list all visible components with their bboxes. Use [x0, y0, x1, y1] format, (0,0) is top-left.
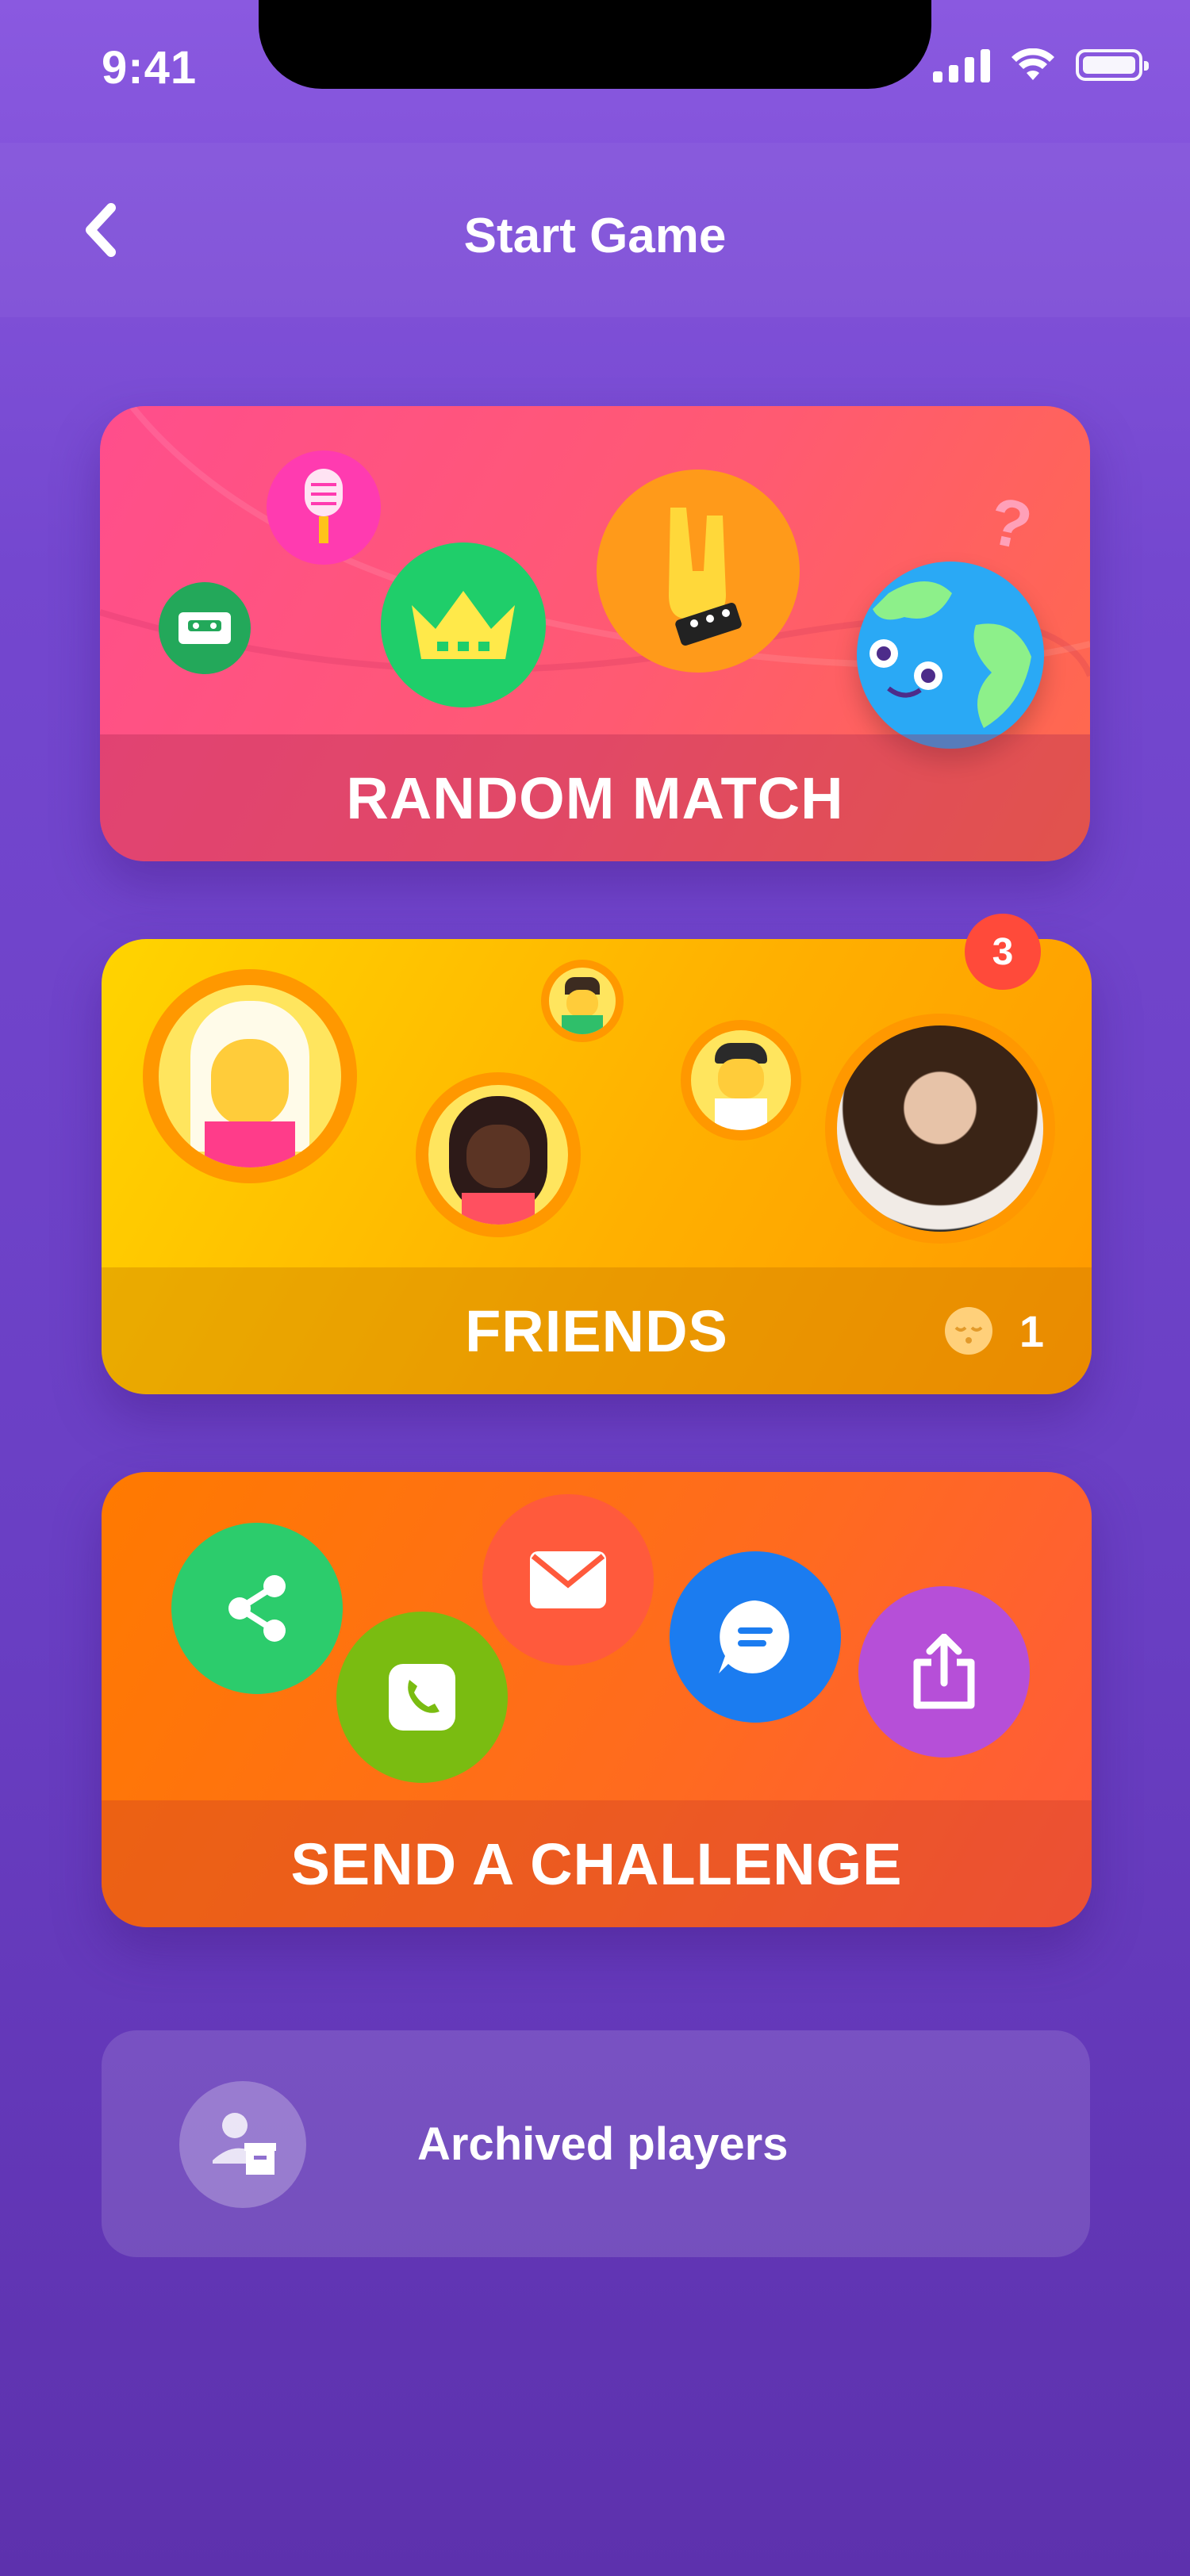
archived-user-icon [179, 2081, 306, 2208]
friends-card[interactable]: FRIENDS 1 [102, 939, 1092, 1394]
friend-avatar-punk [681, 1020, 801, 1140]
battery-icon [1076, 49, 1149, 81]
screen: 9:41 Start Game ? RANDOM MATCH FRIENDS 1… [0, 0, 1190, 2576]
friends-label: FRIENDS [102, 1267, 1092, 1394]
status-icons [933, 48, 1149, 82]
globe-character-icon [857, 562, 1044, 749]
friends-notification-badge: 3 [965, 914, 1041, 990]
friends-waiting-count: 1 [944, 1267, 1044, 1394]
phone-icon[interactable] [336, 1612, 508, 1783]
rock-hand-icon [597, 470, 800, 673]
mail-icon[interactable] [482, 1494, 654, 1666]
friend-avatar-photo [825, 1014, 1055, 1244]
crown-icon [381, 542, 546, 707]
friend-avatar-dark-hair [416, 1072, 581, 1237]
share-icon[interactable] [171, 1523, 343, 1694]
random-match-label: RANDOM MATCH [100, 734, 1090, 861]
status-bar: 9:41 [0, 0, 1190, 143]
friend-avatar-boy-guitar [541, 960, 624, 1042]
export-icon[interactable] [858, 1586, 1030, 1758]
archived-players-button[interactable]: Archived players [102, 2030, 1090, 2257]
nav-bar: Start Game [0, 143, 1190, 317]
message-icon[interactable] [670, 1551, 841, 1723]
friends-waiting-number: 1 [1019, 1305, 1044, 1356]
send-challenge-label: SEND A CHALLENGE [102, 1800, 1092, 1927]
cassette-icon [159, 582, 251, 674]
random-match-card[interactable]: ? RANDOM MATCH [100, 406, 1090, 861]
wifi-icon [1012, 48, 1054, 80]
cellular-signal-icon [933, 48, 990, 82]
sleeping-face-icon [944, 1307, 992, 1355]
friend-avatar-blonde [143, 969, 357, 1183]
page-title: Start Game [463, 209, 727, 263]
archived-players-label: Archived players [417, 2118, 789, 2170]
send-challenge-card[interactable]: SEND A CHALLENGE [102, 1472, 1092, 1927]
status-time: 9:41 [102, 42, 198, 94]
microphone-icon [267, 450, 381, 565]
device-notch [259, 0, 931, 89]
